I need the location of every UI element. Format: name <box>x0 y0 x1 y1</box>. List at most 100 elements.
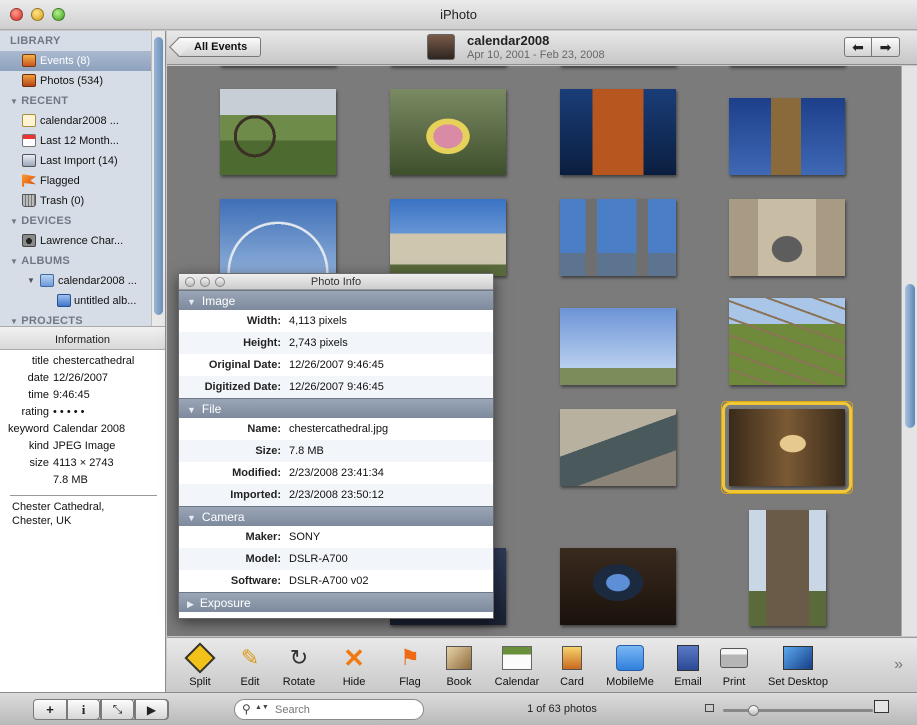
chevron-down-icon[interactable]: ▲▼ <box>255 704 269 711</box>
all-events-button[interactable]: All Events <box>177 37 261 57</box>
info-key: Height: <box>243 337 281 349</box>
info-time-value[interactable]: 9:46:45 <box>53 387 90 404</box>
tool-label: Card <box>560 676 584 688</box>
photo-thumbnail[interactable] <box>560 548 676 625</box>
photo-thumbnail[interactable] <box>390 89 506 175</box>
section-library-label: LIBRARY <box>10 35 61 47</box>
disclosure-triangle-icon[interactable]: ▼ <box>27 271 35 291</box>
grid-scrollbar[interactable] <box>901 66 917 636</box>
sidebar-scrollbar[interactable] <box>151 31 165 326</box>
section-image-label: Image <box>201 294 236 308</box>
sidebar-item-calendar2008-event[interactable]: calendar2008 ... <box>0 111 152 131</box>
info-value: 2,743 pixels <box>289 337 348 349</box>
close-window-button[interactable] <box>10 8 23 21</box>
section-file[interactable]: ▼ File <box>179 398 493 418</box>
section-library[interactable]: LIBRARY <box>0 31 165 51</box>
photo-thumbnail[interactable] <box>729 298 845 385</box>
arrow-left-icon[interactable]: ⬅ <box>844 37 872 57</box>
image-rows: Width: 4,113 pixels Height: 2,743 pixels O… <box>179 310 493 398</box>
sidebar-scrollbar-thumb[interactable] <box>154 37 163 315</box>
info-button[interactable]: i <box>67 699 101 720</box>
section-exposure[interactable]: ▶ Exposure <box>179 592 493 612</box>
minimize-window-button[interactable] <box>31 8 44 21</box>
calendar-icon <box>22 134 36 147</box>
small-thumbnail-icon <box>705 704 714 712</box>
sidebar-item-last-12-months[interactable]: Last 12 Month... <box>0 131 152 151</box>
slider-knob[interactable] <box>748 705 759 716</box>
search-field[interactable]: ⚲ ▲▼ <box>234 699 424 720</box>
event-key-photo <box>427 34 455 60</box>
section-projects-label: PROJECTS <box>21 315 83 326</box>
minimize-window-button[interactable] <box>200 277 210 287</box>
hide-button[interactable]: ✕ Hide <box>337 643 371 689</box>
photo-thumbnail[interactable] <box>560 409 676 486</box>
sidebar-item-trash[interactable]: Trash (0) <box>0 191 152 211</box>
photo-thumbnail[interactable] <box>560 308 676 385</box>
camera-rows: Maker: SONY Model: DSLR-A700 Software: DSLR… <box>179 526 493 592</box>
photo-thumbnail[interactable] <box>560 89 676 175</box>
flag-button[interactable]: ⚑ Flag <box>395 643 425 688</box>
photo-thumbnail[interactable] <box>390 199 506 276</box>
info-description[interactable]: Chester Cathedral, Chester, UK <box>0 500 165 528</box>
thumbnail-size-slider[interactable] <box>705 700 895 719</box>
section-devices[interactable]: ▼ DEVICES <box>0 211 165 231</box>
tool-label: Rotate <box>282 676 316 688</box>
slideshow-button[interactable]: ▶ <box>135 699 169 720</box>
fullscreen-button[interactable]: ⤡ <box>101 699 135 720</box>
photo-thumbnail[interactable] <box>220 199 336 276</box>
tool-label: Split <box>189 676 211 688</box>
info-date-value[interactable]: 12/26/2007 <box>53 370 108 387</box>
section-camera[interactable]: ▼ Camera <box>179 506 493 526</box>
section-albums[interactable]: ▼ ALBUMS <box>0 251 165 271</box>
split-button[interactable]: Split <box>183 642 217 688</box>
sidebar-item-album-folder[interactable]: ▼ calendar2008 ... <box>0 271 152 291</box>
information-header[interactable]: Information <box>0 326 165 350</box>
slider-track[interactable] <box>723 705 873 716</box>
info-key: Size: <box>255 445 281 457</box>
info-key: date <box>27 372 49 384</box>
flag-icon <box>22 174 36 187</box>
print-button[interactable]: Print <box>719 643 749 688</box>
grid-scrollbar-thumb[interactable] <box>905 284 915 428</box>
edit-button[interactable]: ✎ Edit <box>233 643 267 688</box>
sidebar-item-camera-device[interactable]: Lawrence Char... <box>0 231 152 251</box>
rotate-button[interactable]: ↻ Rotate <box>279 643 319 688</box>
zoom-window-button[interactable] <box>215 277 225 287</box>
sidebar-item-flagged[interactable]: Flagged <box>0 171 152 191</box>
photo-info-titlebar[interactable]: Photo Info <box>179 274 493 290</box>
info-row: Digitized Date: 12/26/2007 9:46:45 <box>179 376 493 398</box>
section-image[interactable]: ▼ Image <box>179 290 493 310</box>
set-desktop-button[interactable]: Set Desktop <box>763 643 833 688</box>
info-row-rating: rating • • • • • <box>0 404 165 421</box>
arrow-right-icon[interactable]: ➡ <box>872 37 900 57</box>
mobileme-button[interactable]: MobileMe <box>603 643 657 688</box>
close-window-button[interactable] <box>185 277 195 287</box>
info-key: Name: <box>247 423 281 435</box>
card-button[interactable]: Card <box>557 643 587 688</box>
email-button[interactable]: Email <box>672 643 704 688</box>
photo-thumbnail[interactable] <box>220 89 336 175</box>
photo-thumbnail[interactable] <box>729 199 845 276</box>
zoom-window-button[interactable] <box>52 8 65 21</box>
bottom-status-bar: + i ⤡ ▶ ⚲ ▲▼ 1 of 63 photos <box>0 692 917 725</box>
info-title-value[interactable]: chestercathedral <box>53 353 134 370</box>
photo-thumbnail-selected[interactable] <box>721 401 853 494</box>
add-button[interactable]: + <box>33 699 67 720</box>
photo-thumbnail[interactable] <box>729 98 845 175</box>
photo-thumbnail[interactable] <box>749 510 826 626</box>
section-recent[interactable]: ▼ RECENT <box>0 91 165 111</box>
more-tools-chevron-icon[interactable]: » <box>894 656 903 674</box>
book-button[interactable]: Book <box>443 643 475 688</box>
disclosure-triangle-icon: ▼ <box>10 317 19 326</box>
sidebar-item-untitled-album[interactable]: untitled alb... <box>0 291 152 311</box>
section-projects[interactable]: ▼ PROJECTS <box>0 311 165 326</box>
calendar-button[interactable]: Calendar <box>491 643 543 688</box>
info-value: chestercathedral.jpg <box>289 423 389 435</box>
sidebar-item-last-import[interactable]: Last Import (14) <box>0 151 152 171</box>
search-input[interactable] <box>275 703 415 717</box>
sidebar-item-photos[interactable]: Photos (534) <box>0 71 152 91</box>
rating-stars[interactable]: • • • • • <box>53 404 84 421</box>
info-keyword-value[interactable]: Calendar 2008 <box>53 421 125 438</box>
sidebar-item-events[interactable]: Events (8) <box>0 51 152 71</box>
photo-thumbnail[interactable] <box>560 199 676 276</box>
